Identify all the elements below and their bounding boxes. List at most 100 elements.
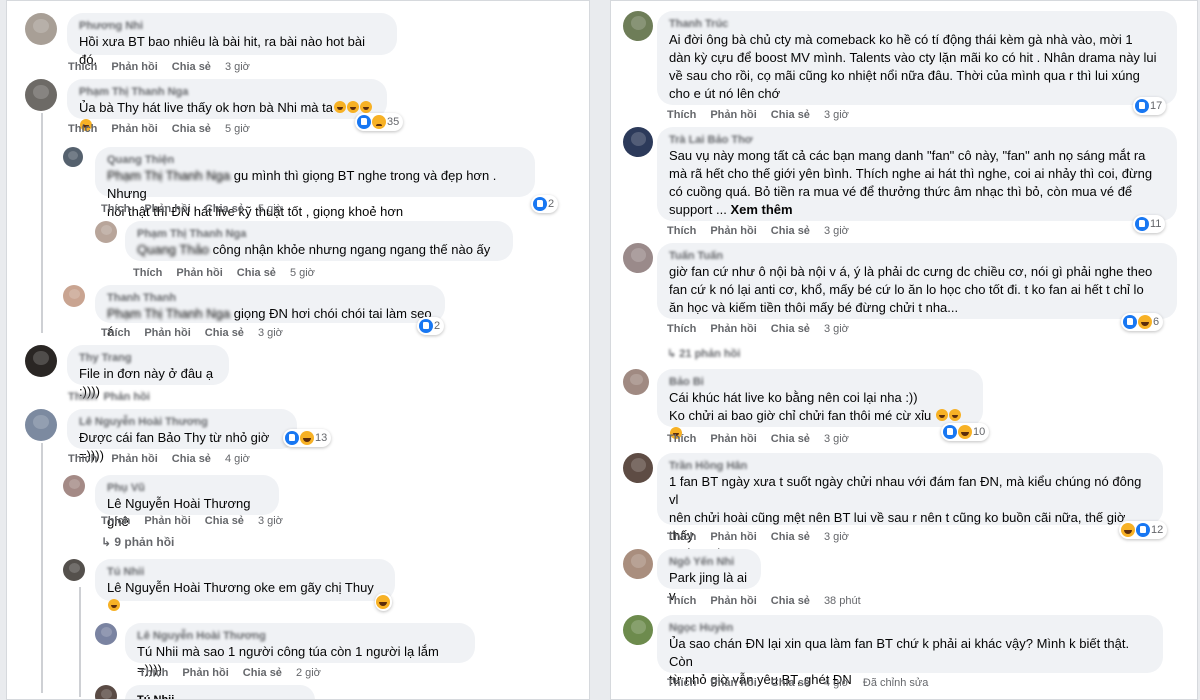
like-button[interactable]: Thích: [133, 267, 162, 279]
comment-author[interactable]: Ngọc Huyền: [669, 621, 1151, 635]
comment-time[interactable]: 2 giờ: [296, 667, 321, 679]
avatar[interactable]: [95, 623, 117, 645]
comment-time[interactable]: 3 giờ: [225, 61, 250, 73]
like-button[interactable]: Thích: [667, 531, 696, 543]
comment-time[interactable]: 4 giờ: [824, 677, 849, 689]
share-button[interactable]: Chia sẻ: [205, 515, 244, 527]
comment-author[interactable]: Quang Thiện: [107, 153, 523, 167]
avatar[interactable]: [63, 147, 83, 167]
mention-link[interactable]: Phạm Thị Thanh Nga: [107, 168, 230, 183]
reaction-count[interactable]: 2: [417, 317, 445, 335]
see-more-link[interactable]: Xem thêm: [730, 202, 792, 217]
comment-time[interactable]: 5 giờ: [258, 203, 283, 215]
mention-link[interactable]: Lê Nguyễn Hoài Thương: [107, 580, 250, 595]
comment-time[interactable]: 38 phút: [824, 595, 861, 607]
comment-author[interactable]: Phạm Thị Thanh Nga: [137, 227, 501, 241]
like-button[interactable]: Thích: [667, 323, 696, 335]
reaction-count[interactable]: 6: [1121, 313, 1164, 331]
reaction-count[interactable]: 11: [1133, 215, 1166, 233]
reply-button[interactable]: Phản hồi: [710, 109, 756, 121]
reply-button[interactable]: Phản hồi: [710, 531, 756, 543]
like-button[interactable]: Thích: [667, 225, 696, 237]
share-button[interactable]: Chia sẻ: [205, 327, 244, 339]
avatar[interactable]: [63, 285, 85, 307]
share-button[interactable]: Chia sẻ: [771, 225, 810, 237]
comment-author[interactable]: Lê Nguyễn Hoài Thương: [79, 415, 285, 429]
mention-link[interactable]: Quang Thảo: [137, 242, 209, 257]
reply-button[interactable]: Phản hồi: [710, 225, 756, 237]
comment-author[interactable]: Phạm Thị Thanh Nga: [79, 85, 375, 99]
share-button[interactable]: Chia sẻ: [771, 677, 810, 689]
like-button[interactable]: Thích: [68, 123, 97, 135]
comment-time[interactable]: 3 giờ: [258, 327, 283, 339]
view-replies-link[interactable]: ↳ 21 phản hồi: [667, 347, 740, 360]
like-button[interactable]: Thích: [667, 677, 696, 689]
reaction-count[interactable]: 10: [941, 423, 990, 441]
reply-button[interactable]: Phản hồi: [182, 667, 228, 679]
reaction-count[interactable]: 13: [283, 429, 332, 447]
reply-button[interactable]: Phản hồi: [111, 453, 157, 465]
comment-time[interactable]: 5 giờ: [225, 123, 250, 135]
avatar[interactable]: [623, 615, 653, 645]
share-button[interactable]: Chia sẻ: [172, 61, 211, 73]
like-button[interactable]: Thích: [68, 453, 97, 465]
reply-button[interactable]: Phản hồi: [103, 391, 149, 403]
comment-time[interactable]: 3 giờ: [824, 531, 849, 543]
reply-button[interactable]: Phản hồi: [710, 323, 756, 335]
like-button[interactable]: Thích: [101, 203, 130, 215]
avatar[interactable]: [623, 11, 653, 41]
avatar[interactable]: [623, 127, 653, 157]
reply-button[interactable]: Phản hồi: [710, 433, 756, 445]
comment-author[interactable]: Thy Trang: [79, 351, 217, 365]
avatar[interactable]: [25, 409, 57, 441]
comment-author[interactable]: Trà Lai Bảo Thơ: [669, 133, 1165, 147]
reaction-count[interactable]: 17: [1133, 97, 1167, 115]
reply-button[interactable]: Phản hồi: [144, 327, 190, 339]
comment-time[interactable]: 3 giờ: [824, 433, 849, 445]
share-button[interactable]: Chia sẻ: [771, 323, 810, 335]
avatar[interactable]: [95, 685, 117, 699]
share-button[interactable]: Chia sẻ: [771, 433, 810, 445]
avatar[interactable]: [95, 221, 117, 243]
share-button[interactable]: Chia sẻ: [243, 667, 282, 679]
like-button[interactable]: Thích: [101, 515, 130, 527]
comment-author[interactable]: Lê Nguyễn Hoài Thương: [137, 629, 463, 643]
share-button[interactable]: Chia sẻ: [172, 123, 211, 135]
comment-time[interactable]: 3 giờ: [824, 323, 849, 335]
reply-button[interactable]: Phản hồi: [111, 61, 157, 73]
comment-author[interactable]: Trần Hồng Hân: [669, 459, 1151, 473]
view-replies-link[interactable]: ↳ 9 phản hồi: [101, 535, 174, 549]
reply-button[interactable]: Phản hồi: [144, 203, 190, 215]
avatar[interactable]: [25, 79, 57, 111]
comment-author[interactable]: Phương Nhi: [79, 19, 385, 33]
comment-author[interactable]: Bảo Bi: [669, 375, 971, 389]
share-button[interactable]: Chia sẻ: [771, 109, 810, 121]
share-button[interactable]: Chia sẻ: [771, 531, 810, 543]
share-button[interactable]: Chia sẻ: [172, 453, 211, 465]
reaction-count[interactable]: 2: [531, 195, 559, 213]
comment-time[interactable]: 4 giờ: [225, 453, 250, 465]
reaction-count[interactable]: 35: [355, 113, 404, 131]
comment-author[interactable]: Thanh Trúc: [669, 17, 1165, 31]
like-button[interactable]: Thích: [139, 667, 168, 679]
comment-author[interactable]: Phụ Vũ: [107, 481, 267, 495]
avatar[interactable]: [63, 559, 85, 581]
reply-button[interactable]: Phản hồi: [111, 123, 157, 135]
comment-time[interactable]: 3 giờ: [258, 515, 283, 527]
like-button[interactable]: Thích: [667, 595, 696, 607]
reply-button[interactable]: Phản hồi: [710, 677, 756, 689]
comment-time[interactable]: 5 giờ: [290, 267, 315, 279]
mention-link[interactable]: Phạm Thị Thanh Nga: [107, 306, 230, 321]
share-button[interactable]: Chia sẻ: [205, 203, 244, 215]
avatar[interactable]: [623, 369, 649, 395]
avatar[interactable]: [623, 549, 653, 579]
avatar[interactable]: [63, 475, 85, 497]
like-button[interactable]: Thích: [667, 433, 696, 445]
like-button[interactable]: Thích: [667, 109, 696, 121]
reaction-count[interactable]: 12: [1119, 521, 1168, 539]
edited-label[interactable]: Đã chỉnh sửa: [863, 677, 928, 689]
reply-button[interactable]: Phản hồi: [144, 515, 190, 527]
avatar[interactable]: [25, 13, 57, 45]
comment-author[interactable]: Tú Nhii: [107, 565, 383, 579]
avatar[interactable]: [25, 345, 57, 377]
